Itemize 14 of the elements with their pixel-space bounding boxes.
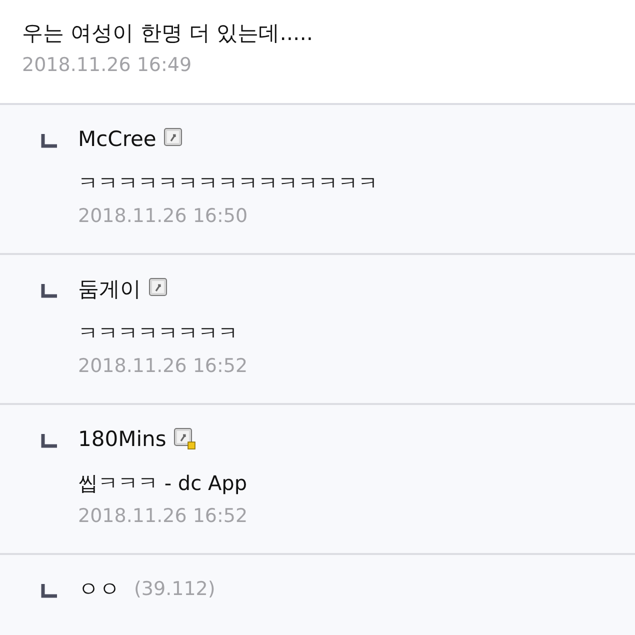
reply-text: ㅋㅋㅋㅋㅋㅋㅋㅋ xyxy=(78,320,239,347)
author-name: 둠게이 xyxy=(78,276,141,303)
reply-text: 씹ㅋㅋㅋ - dc App xyxy=(78,470,248,497)
reply-date: 2018.11.26 16:50 xyxy=(78,204,249,229)
reply-date: 2018.11.26 16:52 xyxy=(78,354,248,379)
reply-date: 2018.11.26 16:52 xyxy=(78,504,248,529)
ip-address: (39.112) xyxy=(134,578,216,600)
author-name: ㅇㅇ xyxy=(78,576,120,603)
comment-text: 우는 여성이 한명 더 있는데..... xyxy=(22,20,314,47)
gallery-icon xyxy=(174,428,196,450)
reply-text: ㅋㅋㅋㅋㅋㅋㅋㅋㅋㅋㅋㅋㅋㅋㅋ xyxy=(78,170,378,197)
author-name: 180Mins xyxy=(78,427,166,451)
author-name: McCree xyxy=(78,127,156,151)
comment-date: 2018.11.26 16:49 xyxy=(22,53,193,78)
